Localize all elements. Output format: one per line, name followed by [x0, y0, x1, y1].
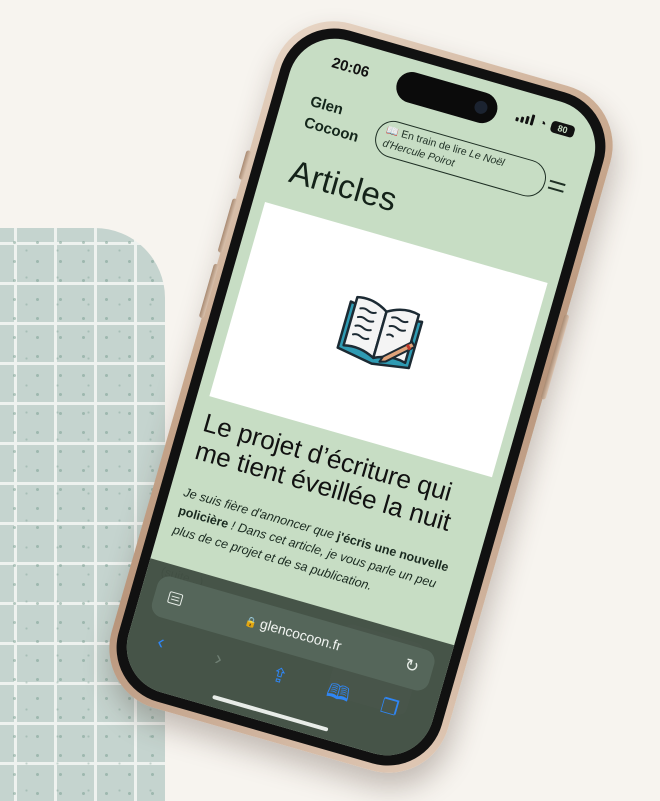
share-icon[interactable]: ⇪	[268, 663, 290, 689]
status-time: 20:06	[329, 54, 372, 82]
hamburger-menu-icon[interactable]	[547, 179, 566, 194]
back-chevron-icon[interactable]: ‹	[155, 631, 167, 654]
tabs-icon[interactable]: ❐	[378, 695, 401, 721]
url-text: glencocoon.fr	[258, 615, 344, 654]
site-name[interactable]: Glen Cocoon	[301, 91, 380, 152]
open-book-illustration	[336, 295, 424, 370]
book-icon: 📖	[385, 124, 401, 139]
signal-icon	[515, 110, 536, 126]
status-icons: ◔ 80	[515, 109, 576, 138]
bookmarks-book-icon[interactable]: 🕮	[324, 679, 353, 707]
battery-icon: 80	[549, 119, 576, 138]
wifi-icon: ◔	[536, 114, 549, 132]
lock-icon: 🔒	[243, 615, 259, 630]
phone-mockup: 20:06 ◔ 80 Glen Cocoon 📖 En train de lir…	[94, 6, 628, 788]
tiled-background	[0, 228, 165, 801]
page-title: Articles	[285, 152, 402, 219]
camera-icon	[472, 99, 490, 116]
forward-chevron-icon[interactable]: ›	[212, 647, 224, 670]
